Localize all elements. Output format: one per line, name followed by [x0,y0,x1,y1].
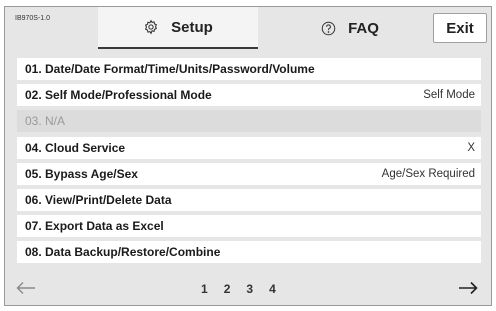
help-icon [321,21,336,36]
menu-item-view-data[interactable]: 06. View/Print/Delete Data [17,188,481,211]
setup-screen: IB970S-1.0 Setup FAQ Exit 01. Date/Date … [4,6,492,306]
menu-item-label: 02. Self Mode/Professional Mode [25,88,212,103]
page-2-button[interactable]: 2 [224,282,231,296]
menu-item-label: 01. Date/Date Format/Time/Units/Password… [25,62,315,76]
menu-item-data-backup[interactable]: 08. Data Backup/Restore/Combine [17,241,481,264]
menu-item-date-time[interactable]: 01. Date/Date Format/Time/Units/Password… [17,58,481,80]
menu-item-na: 03. N/A [17,110,481,133]
menu-item-mode[interactable]: 02. Self Mode/Professional Mode Self Mod… [17,84,481,107]
menu-item-label: 05. Bypass Age/Sex [25,166,138,181]
tab-faq-label: FAQ [348,19,379,37]
version-label: IB970S-1.0 [15,15,51,22]
prev-page-button[interactable] [11,278,41,300]
page-1-button[interactable]: 1 [201,282,208,296]
header-bar: IB970S-1.0 Setup FAQ Exit [5,7,491,49]
menu-item-label: 07. Export Data as Excel [25,219,164,234]
arrow-left-icon [16,278,36,301]
menu-item-bypass-age-sex[interactable]: 05. Bypass Age/Sex Age/Sex Required [17,162,481,185]
menu-item-value: X [467,141,475,154]
settings-menu: 01. Date/Date Format/Time/Units/Password… [17,58,481,268]
menu-item-cloud-service[interactable]: 04. Cloud Service X [17,136,481,159]
page-numbers: 1 2 3 4 [201,278,292,300]
menu-item-export-excel[interactable]: 07. Export Data as Excel [17,215,481,238]
exit-button[interactable]: Exit [433,13,487,43]
menu-item-value: Age/Sex Required [381,167,475,180]
menu-item-label: 04. Cloud Service [25,140,126,155]
menu-item-label: 06. View/Print/Delete Data [25,192,172,207]
menu-item-label: 03. N/A [25,114,66,129]
page-4-button[interactable]: 4 [269,282,276,296]
tab-setup[interactable]: Setup [98,7,258,49]
tab-setup-label: Setup [171,18,213,36]
menu-item-value: Self Mode [423,89,475,102]
pagination-bar: 1 2 3 4 [5,270,491,306]
page-3-button[interactable]: 3 [246,282,253,296]
next-page-button[interactable] [453,278,483,300]
tab-faq[interactable]: FAQ [275,7,425,49]
arrow-right-icon [458,278,478,301]
gear-icon [143,19,159,35]
menu-item-label: 08. Data Backup/Restore/Combine [25,245,221,260]
